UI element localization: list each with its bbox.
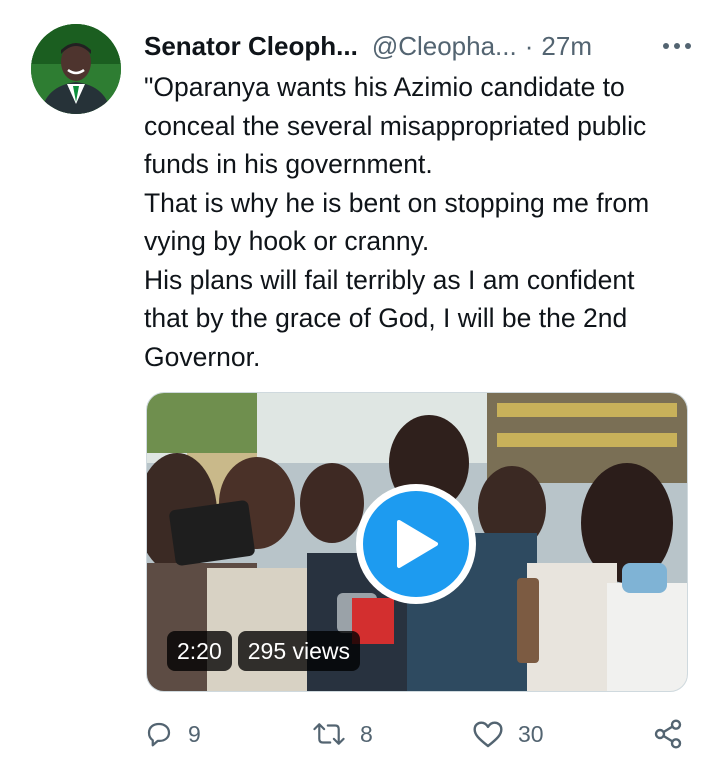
- video-duration: 2:20: [167, 631, 232, 671]
- separator: ·: [524, 30, 534, 61]
- share-icon: [654, 719, 682, 749]
- avatar[interactable]: [31, 24, 121, 114]
- like-icon: [473, 721, 503, 748]
- author-name[interactable]: Senator Cleoph...: [144, 31, 358, 62]
- play-icon: [397, 520, 438, 568]
- more-icon[interactable]: [660, 34, 694, 58]
- like-button[interactable]: 30: [472, 712, 544, 756]
- reply-button[interactable]: 9: [144, 712, 201, 756]
- play-button[interactable]: [356, 484, 476, 604]
- retweet-button[interactable]: 8: [312, 712, 373, 756]
- video-badges: 2:20 295 views: [167, 631, 361, 671]
- retweet-icon: [313, 723, 345, 745]
- share-button[interactable]: [652, 712, 684, 756]
- like-count: 30: [518, 720, 544, 747]
- timestamp[interactable]: 27m: [541, 31, 592, 62]
- tweet-text: "Oparanya wants his Azimio candidate to …: [144, 72, 650, 372]
- reply-icon: [147, 722, 171, 747]
- tweet-actions: 9 8 30: [144, 712, 694, 756]
- author-handle[interactable]: @Cleopha...: [372, 31, 517, 62]
- video-views: 295 views: [237, 631, 361, 671]
- reply-count: 9: [188, 720, 201, 747]
- video-thumbnail[interactable]: 2:20 295 views: [146, 392, 688, 692]
- tweet-header: Senator Cleoph... @Cleopha... · 27m: [144, 28, 694, 64]
- retweet-count: 8: [360, 720, 373, 747]
- avatar-image: [31, 24, 121, 114]
